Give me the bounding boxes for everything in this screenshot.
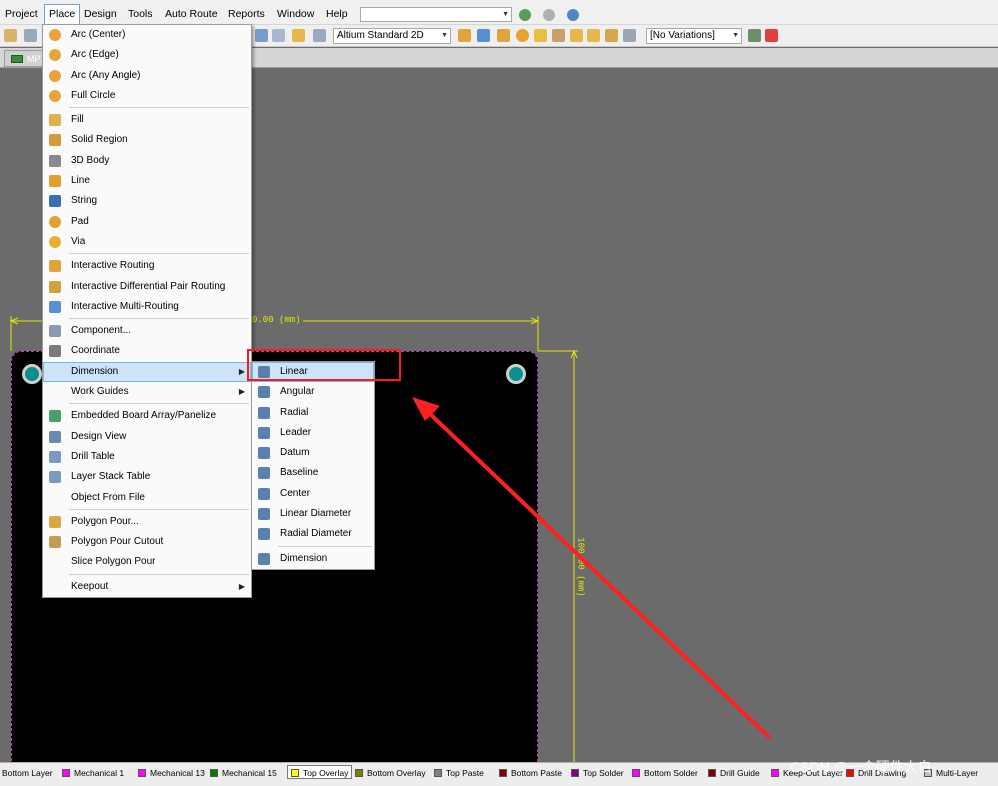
layer-color-swatch: [499, 769, 507, 777]
layer-color-swatch: [210, 769, 218, 777]
layer-tab-label: Bottom Overlay: [367, 768, 426, 778]
layer-tab-label: Bottom Solder: [644, 768, 698, 778]
arrow-shaft: [424, 408, 772, 740]
layer-tab-drill-guide[interactable]: Drill Guide: [708, 766, 760, 780]
layer-color-swatch: [571, 769, 579, 777]
layer-tab-mechanical-15[interactable]: Mechanical 15: [210, 766, 277, 780]
layer-tab-label: Mechanical 1: [74, 768, 125, 778]
watermark: CSDN @一个硬件大白: [790, 759, 932, 775]
layer-color-swatch: [708, 769, 716, 777]
annotation-arrow: [412, 397, 772, 740]
layer-color-swatch: [138, 769, 146, 777]
layer-color-swatch: [291, 769, 299, 777]
layer-tab-label: Drill Guide: [720, 768, 760, 778]
layer-tab-bottom-overlay[interactable]: Bottom Overlay: [355, 766, 426, 780]
layer-tab-multi-layer[interactable]: Multi-Layer: [924, 766, 978, 780]
layer-tab-top-solder[interactable]: Top Solder: [571, 766, 624, 780]
layer-color-swatch: [62, 769, 70, 777]
layer-tab-mechanical-13[interactable]: Mechanical 13: [138, 766, 205, 780]
layer-tab-bottom-solder[interactable]: Bottom Solder: [632, 766, 698, 780]
layer-color-swatch: [771, 769, 779, 777]
layer-tab-top-paste[interactable]: Top Paste: [434, 766, 484, 780]
layer-tab-label: Bottom Layer: [2, 768, 53, 778]
layer-tab-label: Top Solder: [583, 768, 624, 778]
layer-tab-label: Bottom Paste: [511, 768, 563, 778]
layer-tab-mechanical-1[interactable]: Mechanical 1: [62, 766, 124, 780]
layer-tab-label: Mechanical 13: [150, 768, 205, 778]
layer-tab-top-overlay[interactable]: Top Overlay: [287, 765, 353, 779]
layer-tab-bottom-layer[interactable]: Bottom Layer: [2, 766, 53, 780]
layer-tab-label: Top Overlay: [303, 768, 349, 778]
layer-color-swatch: [632, 769, 640, 777]
layer-tab-label: Top Paste: [446, 768, 484, 778]
layer-color-swatch: [434, 769, 442, 777]
layer-tab-label: Mechanical 15: [222, 768, 277, 778]
layer-color-swatch: [355, 769, 363, 777]
layer-tab-bottom-paste[interactable]: Bottom Paste: [499, 766, 562, 780]
layer-tab-label: Multi-Layer: [936, 768, 979, 778]
